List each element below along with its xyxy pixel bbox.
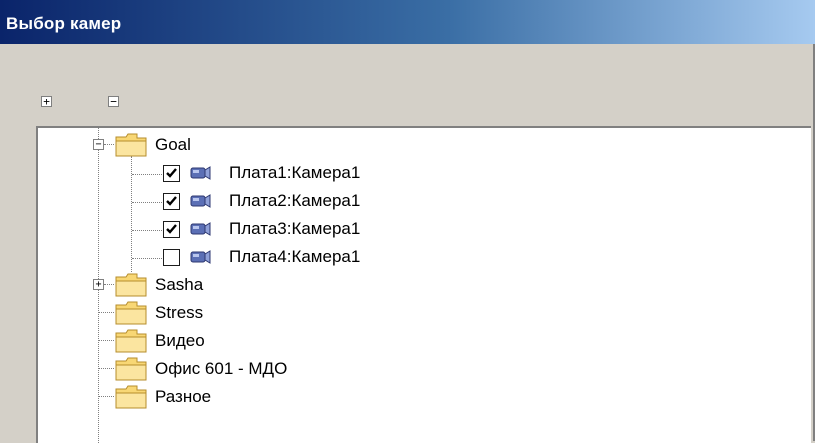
group-label: Sasha xyxy=(155,275,204,294)
window-title: Выбор камер xyxy=(6,14,122,33)
tree-branch xyxy=(99,340,114,341)
tree-node-stress[interactable]: Stress xyxy=(38,300,438,328)
tree-branch xyxy=(132,258,162,259)
folder-icon xyxy=(115,273,147,297)
collapse-goal-icon[interactable]: − xyxy=(93,139,104,150)
tree-branch xyxy=(104,284,114,285)
tree-branch xyxy=(99,396,114,397)
group-label: Stress xyxy=(155,303,204,322)
camera-checkbox[interactable] xyxy=(163,249,180,266)
folder-icon xyxy=(115,329,147,353)
tree-node-video[interactable]: Видео xyxy=(38,328,438,356)
camera-checkbox[interactable] xyxy=(163,165,180,182)
camera-icon xyxy=(190,250,211,264)
folder-icon xyxy=(115,133,147,157)
window-title-bar[interactable]: Выбор камер xyxy=(0,0,815,44)
camera-checkbox[interactable] xyxy=(163,193,180,210)
group-label: Офис 601 - МДО xyxy=(155,359,288,378)
camera-icon xyxy=(190,166,211,180)
folder-icon xyxy=(115,385,147,409)
tree-branch xyxy=(99,312,114,313)
tree-branch xyxy=(132,202,162,203)
tree-node-sasha[interactable]: + Sasha xyxy=(38,272,438,300)
tree-node-camera[interactable]: Плата1:Камера1 xyxy=(38,160,438,188)
camera-tree[interactable]: − Goal Плата1:Камера1 Плата2:Камера1 Пла… xyxy=(36,126,811,443)
expand-all-button[interactable]: + xyxy=(41,96,52,107)
camera-label: Плата3:Камера1 xyxy=(229,219,361,238)
tree-branch xyxy=(104,144,114,145)
camera-label: Плата2:Камера1 xyxy=(229,191,361,210)
camera-label: Плата4:Камера1 xyxy=(229,247,361,266)
tree-branch xyxy=(132,174,162,175)
tree-branch xyxy=(99,368,114,369)
expand-sasha-icon[interactable]: + xyxy=(93,279,104,290)
collapse-all-button[interactable]: − xyxy=(108,96,119,107)
tree-node-camera[interactable]: Плата2:Камера1 xyxy=(38,188,438,216)
camera-label: Плата1:Камера1 xyxy=(229,163,361,182)
tree-node-goal[interactable]: − Goal xyxy=(38,132,438,160)
group-label: Goal xyxy=(155,135,191,154)
tree-node-misc[interactable]: Разное xyxy=(38,384,438,412)
camera-icon xyxy=(190,222,211,236)
folder-icon xyxy=(115,357,147,381)
checkmark-icon xyxy=(166,196,177,206)
group-label: Видео xyxy=(155,331,205,350)
tree-node-camera[interactable]: Плата3:Камера1 xyxy=(38,216,438,244)
tree-node-office-601[interactable]: Офис 601 - МДО xyxy=(38,356,438,384)
tree-branch xyxy=(132,230,162,231)
group-label: Разное xyxy=(155,387,212,406)
tree-node-camera[interactable]: Плата4:Камера1 xyxy=(38,244,438,272)
checkmark-icon xyxy=(166,168,177,178)
checkmark-icon xyxy=(166,224,177,234)
camera-checkbox[interactable] xyxy=(163,221,180,238)
camera-icon xyxy=(190,194,211,208)
folder-icon xyxy=(115,301,147,325)
